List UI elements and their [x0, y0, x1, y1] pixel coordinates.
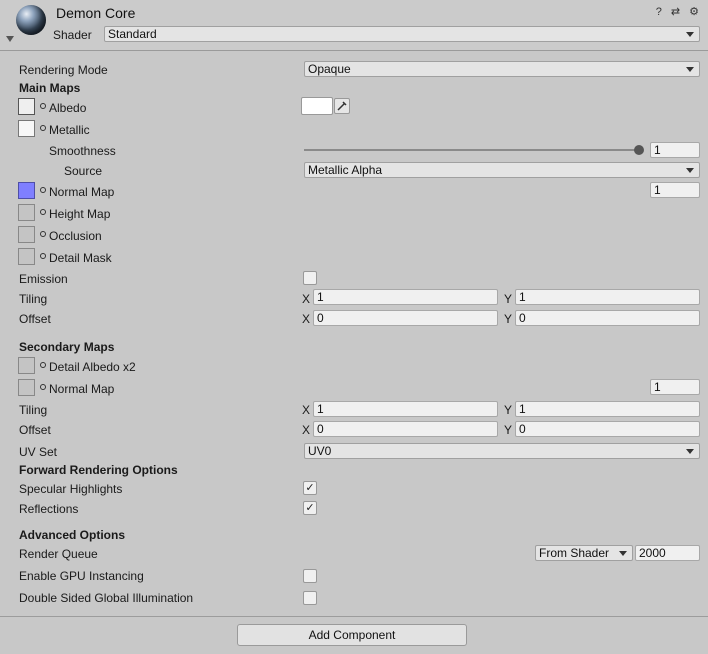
advanced-options-heading: Advanced Options [19, 528, 126, 542]
offset-x-field[interactable]: 0 [313, 310, 498, 326]
normal-map-texture-slot[interactable] [18, 182, 35, 199]
normal-map-label: Normal Map [49, 185, 115, 199]
detail-albedo-label: Detail Albedo x2 [49, 360, 136, 374]
render-queue-field[interactable]: 2000 [635, 545, 700, 561]
detail-mask-label: Detail Mask [49, 251, 112, 265]
offset-x-axis-label: X [302, 312, 311, 326]
metallic-texture-slot[interactable] [18, 120, 35, 137]
add-component-button[interactable]: Add Component [237, 624, 467, 646]
height-map-texture-slot[interactable] [18, 204, 35, 221]
rendering-mode-dropdown[interactable]: Opaque [304, 61, 700, 77]
gpu-instancing-label: Enable GPU Instancing [19, 569, 144, 583]
emission-label: Emission [19, 272, 68, 286]
rendering-mode-label: Rendering Mode [19, 63, 108, 77]
secondary-normal-map-texture-slot[interactable] [18, 379, 35, 396]
tiling-y-axis-label: Y [504, 292, 513, 306]
main-maps-heading: Main Maps [19, 81, 81, 95]
tiling-y-field[interactable]: 1 [515, 289, 700, 305]
detail-albedo-texture-slot[interactable] [18, 357, 35, 374]
render-queue-mode-value: From Shader [539, 546, 610, 560]
header-icons[interactable]: ? ⇄ ⚙ [656, 5, 702, 18]
reflections-label: Reflections [19, 502, 79, 516]
tiling-x-axis-label: X [302, 292, 311, 306]
eyedropper-icon[interactable] [334, 98, 350, 114]
occlusion-texture-slot[interactable] [18, 226, 35, 243]
object-picker-icon[interactable] [40, 103, 46, 109]
secondary-tiling-y-field[interactable]: 1 [515, 401, 700, 417]
smoothness-label: Smoothness [49, 144, 116, 158]
object-picker-icon[interactable] [40, 231, 46, 237]
chevron-down-icon [686, 67, 694, 72]
height-map-label: Height Map [49, 207, 111, 221]
normal-map-scale-field[interactable]: 1 [650, 182, 700, 198]
secondary-tiling-y-axis-label: Y [504, 403, 513, 417]
object-picker-icon[interactable] [40, 209, 46, 215]
header-divider [0, 50, 708, 51]
secondary-offset-label: Offset [19, 423, 51, 437]
source-value: Metallic Alpha [308, 163, 383, 177]
shader-dropdown[interactable]: Standard [104, 26, 700, 42]
offset-label: Offset [19, 312, 51, 326]
uv-set-dropdown[interactable]: UV0 [304, 443, 700, 459]
source-dropdown[interactable]: Metallic Alpha [304, 162, 700, 178]
uv-set-label: UV Set [19, 445, 58, 459]
secondary-offset-y-field[interactable]: 0 [515, 421, 700, 437]
specular-highlights-checkbox[interactable]: ✓ [303, 481, 317, 495]
secondary-tiling-label: Tiling [19, 403, 48, 417]
smoothness-slider-thumb[interactable] [634, 145, 644, 155]
inspector-panel: Demon Core ? ⇄ ⚙ Shader Standard Renderi… [0, 0, 708, 654]
shader-label: Shader [53, 28, 92, 42]
tiling-x-field[interactable]: 1 [313, 289, 498, 305]
render-queue-mode-dropdown[interactable]: From Shader [535, 545, 633, 561]
specular-highlights-label: Specular Highlights [19, 482, 123, 496]
double-sided-gi-label: Double Sided Global Illumination [19, 591, 194, 605]
emission-checkbox[interactable] [303, 271, 317, 285]
offset-y-axis-label: Y [504, 312, 513, 326]
double-sided-gi-checkbox[interactable] [303, 591, 317, 605]
secondary-offset-x-axis-label: X [302, 423, 311, 437]
chevron-down-icon [686, 32, 694, 37]
chevron-down-icon [686, 168, 694, 173]
secondary-normal-map-scale-field[interactable]: 1 [650, 379, 700, 395]
smoothness-field[interactable]: 1 [650, 142, 700, 158]
object-picker-icon[interactable] [40, 384, 46, 390]
source-label: Source [64, 164, 103, 178]
offset-y-field[interactable]: 0 [515, 310, 700, 326]
secondary-tiling-x-axis-label: X [302, 403, 311, 417]
object-picker-icon[interactable] [40, 187, 46, 193]
smoothness-slider-track[interactable] [304, 149, 640, 151]
occlusion-label: Occlusion [49, 229, 102, 243]
gpu-instancing-checkbox[interactable] [303, 569, 317, 583]
object-picker-icon[interactable] [40, 125, 46, 131]
material-preview-icon [16, 5, 46, 35]
secondary-offset-y-axis-label: Y [504, 423, 513, 437]
shader-value: Standard [108, 27, 157, 41]
footer: Add Component [0, 616, 708, 654]
forward-rendering-heading: Forward Rendering Options [19, 463, 178, 477]
reflections-checkbox[interactable]: ✓ [303, 501, 317, 515]
albedo-texture-slot[interactable] [18, 98, 35, 115]
albedo-color-swatch[interactable] [301, 97, 333, 115]
metallic-label: Metallic [49, 123, 90, 137]
rendering-mode-value: Opaque [308, 62, 351, 76]
secondary-tiling-x-field[interactable]: 1 [313, 401, 498, 417]
secondary-offset-x-field[interactable]: 0 [313, 421, 498, 437]
material-header: Demon Core ? ⇄ ⚙ Shader Standard [0, 0, 708, 50]
albedo-label: Albedo [49, 101, 87, 115]
chevron-down-icon [619, 551, 627, 556]
tiling-label: Tiling [19, 292, 48, 306]
object-picker-icon[interactable] [40, 362, 46, 368]
detail-mask-texture-slot[interactable] [18, 248, 35, 265]
secondary-maps-heading: Secondary Maps [19, 340, 115, 354]
uv-set-value: UV0 [308, 444, 332, 458]
render-queue-label: Render Queue [19, 547, 98, 561]
foldout-arrow-icon[interactable] [6, 36, 14, 42]
object-picker-icon[interactable] [40, 253, 46, 259]
material-title: Demon Core [56, 5, 136, 21]
secondary-normal-map-label: Normal Map [49, 382, 115, 396]
chevron-down-icon [686, 449, 694, 454]
